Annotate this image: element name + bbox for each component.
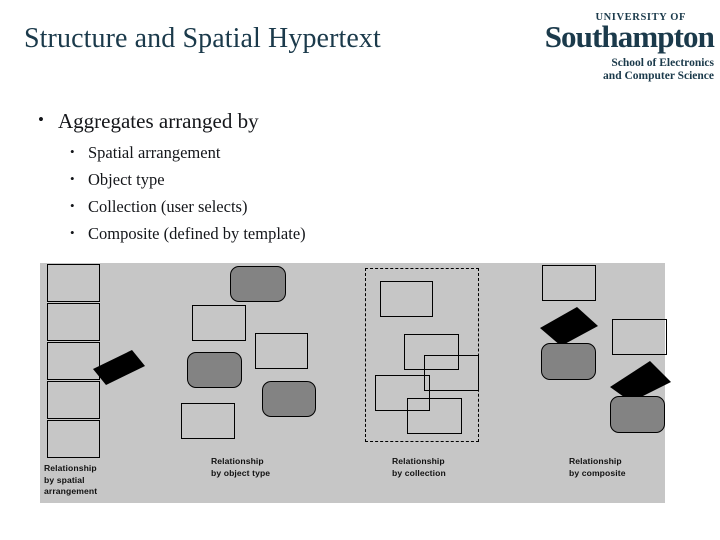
composite-light-rect-2 [612, 319, 667, 355]
caption-collection: Relationship by collection [392, 456, 446, 478]
sub-bullet-collection: Collection (user selects) [58, 192, 460, 220]
object-type-light-rect-3 [181, 403, 235, 439]
collection-rect-5 [407, 398, 462, 434]
object-type-light-rect-2 [255, 333, 308, 369]
slide: Structure and Spatial Hypertext UNIVERSI… [0, 0, 720, 540]
composite-light-rect-1 [542, 265, 596, 301]
sub-bullet-object-type: Object type [58, 165, 460, 193]
stacked-rect-1 [47, 264, 100, 302]
stacked-rect-5 [47, 420, 100, 458]
composite-gray-rect-2 [610, 396, 665, 433]
page-title: Structure and Spatial Hypertext [24, 23, 381, 54]
sub-bullet-list: Spatial arrangement Object type Collecti… [30, 138, 460, 247]
object-type-gray-rect-3 [262, 381, 316, 417]
logo-school-line-1: School of Electronics [611, 57, 714, 69]
composite-gray-rect-1 [541, 343, 596, 380]
object-type-gray-rect-2 [187, 352, 242, 388]
stacked-rect-2 [47, 303, 100, 341]
sub-bullet-spatial-arrangement: Spatial arrangement [58, 138, 460, 166]
logo-name: Southampton [544, 19, 715, 54]
diagram-figure: Relationship by spatial arrangement Rela… [40, 263, 671, 503]
sub-bullet-composite: Composite (defined by template) [58, 219, 460, 247]
caption-spatial-arrangement: Relationship by spatial arrangement [44, 463, 98, 496]
caption-composite: Relationship by composite [569, 456, 626, 478]
collection-rect-3 [424, 355, 479, 391]
university-logo: UNIVERSITY OF Southampton School of Elec… [502, 12, 715, 83]
bullet-list: Aggregates arranged by Spatial arrangeme… [30, 107, 460, 247]
caption-object-type: Relationship by object type [211, 456, 271, 478]
logo-school-line-2: and Computer Science [603, 70, 714, 82]
object-type-gray-rect-1 [230, 266, 286, 302]
collection-rect-1 [380, 281, 433, 317]
black-rotated-rect-spatial [93, 350, 145, 385]
object-type-light-rect-1 [192, 305, 246, 341]
main-bullet: Aggregates arranged by [30, 107, 460, 134]
